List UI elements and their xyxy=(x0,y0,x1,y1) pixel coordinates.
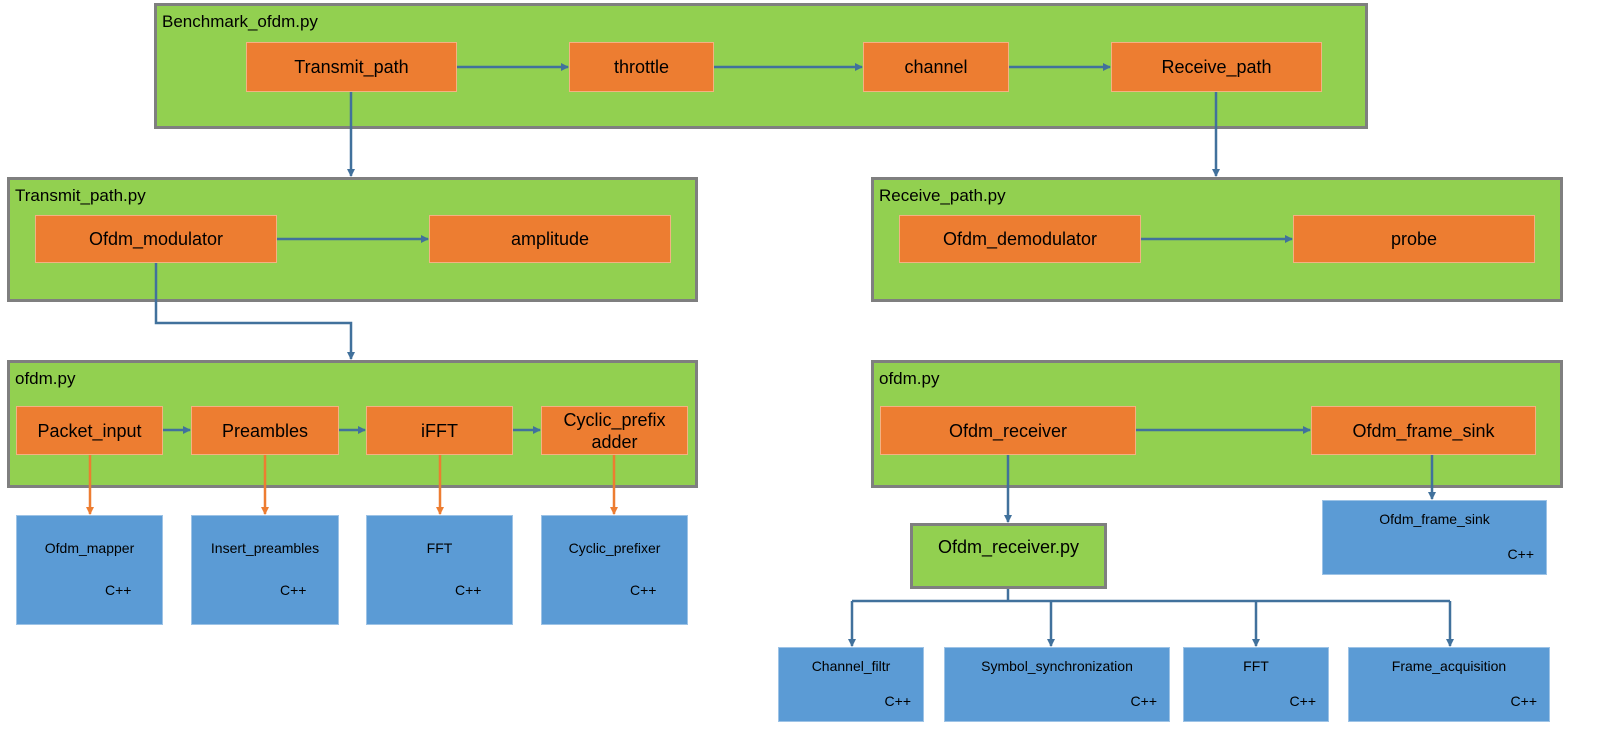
arrow xyxy=(154,263,355,360)
connector-layer xyxy=(86,63,1454,647)
